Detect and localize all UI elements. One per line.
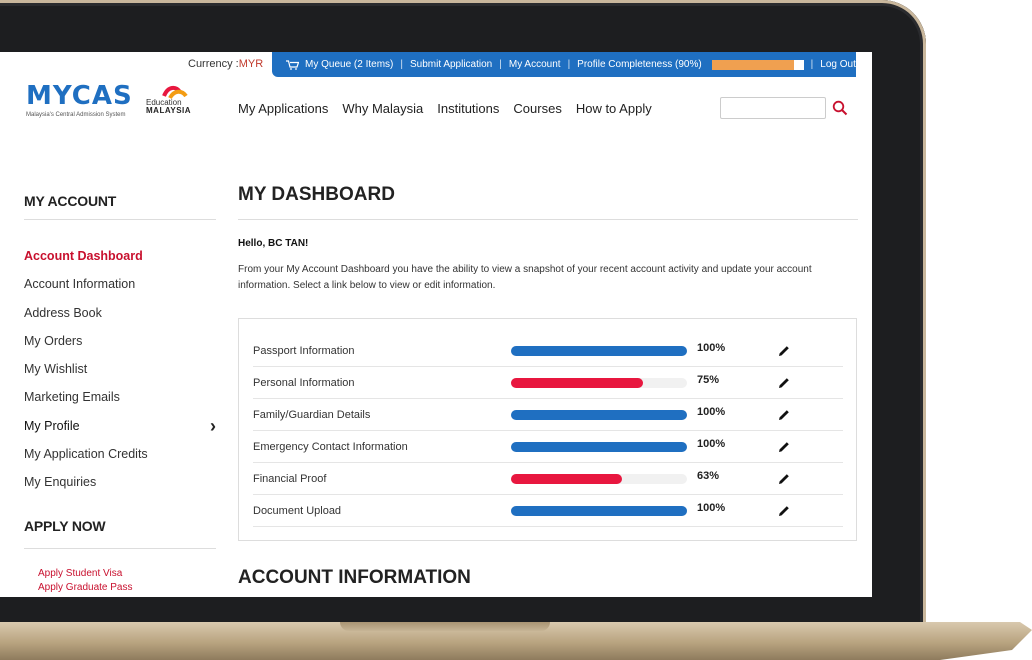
- divider: |: [810, 59, 814, 70]
- section-progress-fill: [511, 474, 622, 484]
- search-icon[interactable]: [832, 100, 848, 116]
- account-information-title: ACCOUNT INFORMATION: [238, 567, 471, 588]
- nav-how-to-apply[interactable]: How to Apply: [576, 101, 652, 116]
- apply-now-list: Apply Student Visa Apply Graduate Pass: [38, 567, 133, 595]
- section-percent: 75%: [697, 374, 720, 386]
- section-progress-fill: [511, 442, 687, 452]
- profile-completeness-fill: [711, 59, 795, 70]
- my-account-link[interactable]: My Account: [509, 59, 561, 70]
- divider: |: [567, 59, 571, 70]
- main-nav: My Applications Why Malaysia Institution…: [238, 101, 652, 116]
- section-label: Passport Information: [253, 345, 355, 357]
- currency-indicator[interactable]: Currency :MYR: [188, 58, 263, 70]
- section-label: Document Upload: [253, 505, 342, 517]
- edit-pencil-icon[interactable]: [777, 376, 791, 390]
- profile-sections-panel: Passport Information 100% Personal Informa…: [238, 318, 857, 541]
- divider: |: [400, 59, 403, 70]
- edit-pencil-icon[interactable]: [777, 440, 791, 454]
- sidebar-item-my-application-credits[interactable]: My Application Credits: [24, 440, 224, 468]
- section-percent: 100%: [697, 502, 726, 514]
- logo-text: MYCAS: [26, 81, 133, 111]
- section-row-financial-proof: Financial Proof 63%: [253, 463, 843, 495]
- section-progress-fill: [511, 378, 643, 388]
- cart-icon: [286, 59, 299, 70]
- currency-value: MYR: [238, 58, 264, 70]
- section-row-personal-information: Personal Information 75%: [253, 367, 843, 399]
- apply-graduate-pass-link[interactable]: Apply Graduate Pass: [38, 581, 133, 595]
- mycas-logo[interactable]: MYCAS Malaysia's Central Admission Syste…: [26, 82, 133, 118]
- section-row-document-upload: Document Upload 100%: [253, 495, 843, 527]
- section-progress-bar: [511, 346, 687, 356]
- divider: [24, 548, 216, 549]
- page-title: MY DASHBOARD: [238, 184, 395, 205]
- section-percent: 100%: [697, 438, 726, 450]
- section-row-family-guardian-details: Family/Guardian Details 100%: [253, 399, 843, 431]
- section-progress-bar: [511, 410, 687, 420]
- divider: |: [499, 59, 502, 70]
- submit-application-link[interactable]: Submit Application: [410, 59, 492, 70]
- edit-pencil-icon[interactable]: [777, 472, 791, 486]
- sidebar-item-my-enquiries[interactable]: My Enquiries: [24, 468, 224, 496]
- divider: [24, 219, 216, 220]
- edit-pencil-icon[interactable]: [777, 408, 791, 422]
- section-progress-bar: [511, 378, 687, 388]
- apply-student-visa-link[interactable]: Apply Student Visa: [38, 567, 133, 581]
- section-progress-fill: [511, 346, 687, 356]
- section-progress-fill: [511, 410, 687, 420]
- sidebar-heading-apply-now: APPLY NOW: [24, 518, 106, 534]
- section-label: Family/Guardian Details: [253, 409, 371, 421]
- section-progress-bar: [511, 442, 687, 452]
- section-progress-bar: [511, 474, 687, 484]
- edu-logo-line2: MALAYSIA: [146, 106, 192, 115]
- currency-label: Currency :: [188, 58, 239, 70]
- screen: Currency :MYR My Queue (2 Items) | Submi…: [0, 52, 872, 597]
- nav-why-malaysia[interactable]: Why Malaysia: [342, 101, 423, 116]
- profile-completeness-bar: [711, 59, 804, 70]
- sidebar-item-marketing-emails[interactable]: Marketing Emails: [24, 383, 224, 411]
- account-sidebar: Account Dashboard Account Information Ad…: [24, 242, 224, 497]
- edit-pencil-icon[interactable]: [777, 504, 791, 518]
- section-percent: 100%: [697, 342, 726, 354]
- nav-institutions[interactable]: Institutions: [437, 101, 499, 116]
- edit-pencil-icon[interactable]: [777, 344, 791, 358]
- sidebar-item-my-wishlist[interactable]: My Wishlist: [24, 355, 224, 383]
- greeting: Hello, BC TAN!: [238, 238, 309, 249]
- sidebar-item-my-profile[interactable]: My Profile ›: [24, 412, 224, 440]
- nav-my-applications[interactable]: My Applications: [238, 101, 328, 116]
- search-input[interactable]: [720, 97, 826, 119]
- sidebar-item-my-orders[interactable]: My Orders: [24, 327, 224, 355]
- section-percent: 100%: [697, 406, 726, 418]
- divider: [238, 219, 858, 220]
- nav-courses[interactable]: Courses: [513, 101, 561, 116]
- education-malaysia-logo: Education MALAYSIA: [146, 84, 198, 118]
- logo-subtitle: Malaysia's Central Admission System: [26, 112, 126, 118]
- top-account-bar: My Queue (2 Items) | Submit Application …: [272, 52, 856, 77]
- section-progress-bar: [511, 506, 687, 516]
- section-label: Personal Information: [253, 377, 355, 389]
- section-row-emergency-contact-information: Emergency Contact Information 100%: [253, 431, 843, 463]
- chevron-right-icon: ›: [210, 415, 216, 436]
- sidebar-item-label: My Profile: [24, 418, 80, 433]
- section-label: Emergency Contact Information: [253, 441, 408, 453]
- sidebar-item-address-book[interactable]: Address Book: [24, 299, 224, 327]
- intro-text: From your My Account Dashboard you have …: [238, 264, 812, 291]
- section-percent: 63%: [697, 470, 720, 482]
- sidebar-item-account-information[interactable]: Account Information: [24, 270, 224, 298]
- section-row-passport-information: Passport Information 100%: [253, 335, 843, 367]
- section-label: Financial Proof: [253, 473, 327, 485]
- logout-link[interactable]: Log Out: [820, 59, 856, 70]
- my-queue-link[interactable]: My Queue (2 Items): [305, 59, 393, 70]
- profile-completeness-label: Profile Completeness (90%): [577, 59, 702, 70]
- sidebar-heading-my-account: MY ACCOUNT: [24, 193, 117, 209]
- laptop-notch: [340, 622, 550, 631]
- section-progress-fill: [511, 506, 687, 516]
- sidebar-item-account-dashboard[interactable]: Account Dashboard: [24, 242, 224, 270]
